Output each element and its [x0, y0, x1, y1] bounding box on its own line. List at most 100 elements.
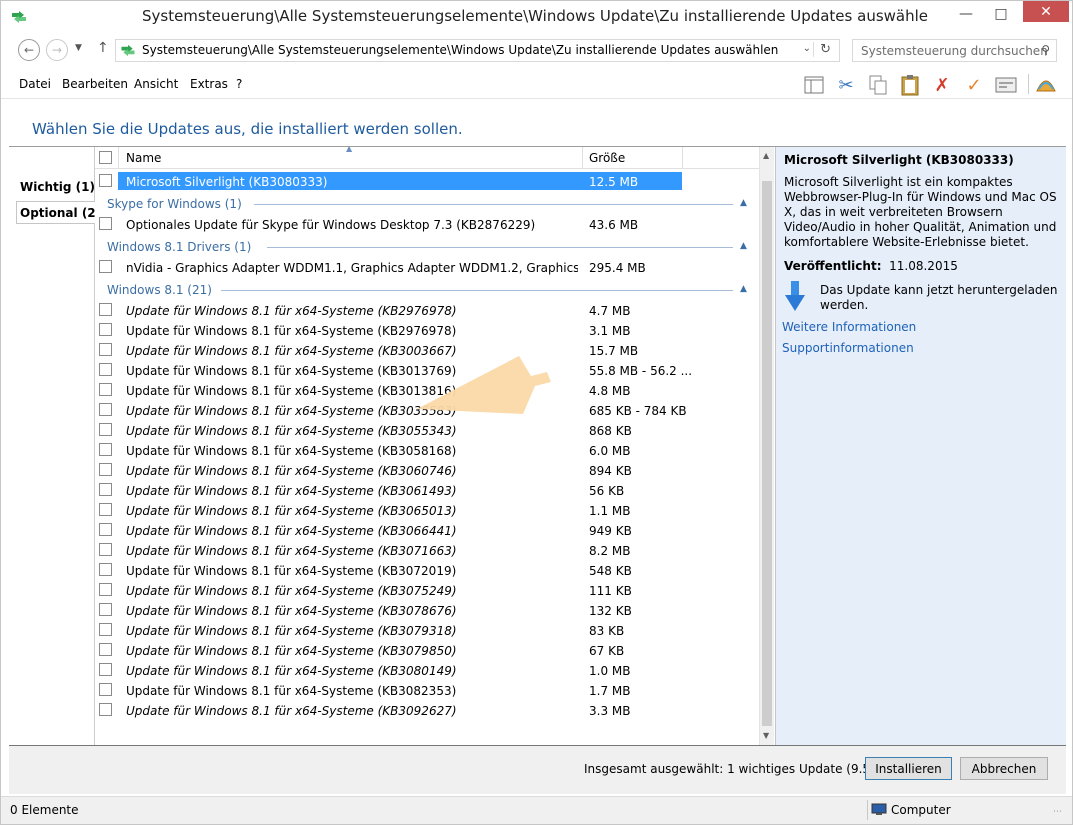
paste-icon[interactable]: [898, 74, 922, 96]
back-arrow-icon[interactable]: ←: [18, 39, 40, 61]
menu-bearbeiten[interactable]: Bearbeiten: [62, 77, 128, 91]
update-row[interactable]: Update für Windows 8.1 für x64-Systeme (…: [95, 601, 759, 621]
menu-help[interactable]: ?: [236, 77, 242, 91]
recent-locations-icon[interactable]: ▼: [75, 43, 82, 53]
item-count: 0 Elemente: [10, 803, 79, 817]
update-checkbox[interactable]: [99, 483, 112, 496]
scroll-up-icon[interactable]: ▲: [763, 151, 769, 160]
select-all-checkbox[interactable]: [99, 151, 112, 164]
chevron-down-icon[interactable]: ⌄: [803, 43, 811, 54]
collapse-chevron-icon[interactable]: ▲: [740, 284, 747, 294]
update-checkbox[interactable]: [99, 363, 112, 376]
update-row[interactable]: Update für Windows 8.1 für x64-Systeme (…: [95, 621, 759, 641]
cancel-button[interactable]: Abbrechen: [960, 757, 1048, 780]
close-icon[interactable]: ✕: [1023, 1, 1069, 22]
more-info-link[interactable]: Weitere Informationen: [782, 320, 916, 334]
sort-up-icon: ▲: [346, 147, 353, 153]
update-name: Update für Windows 8.1 für x64-Systeme (…: [126, 504, 457, 518]
update-row[interactable]: Update für Windows 8.1 für x64-Systeme (…: [95, 701, 759, 721]
group-header[interactable]: Windows 8.1 Drivers (1): [107, 240, 251, 254]
update-checkbox[interactable]: [99, 383, 112, 396]
check-icon[interactable]: ✓: [962, 74, 986, 96]
update-row[interactable]: Update für Windows 8.1 für x64-Systeme (…: [95, 561, 759, 581]
update-row[interactable]: Update für Windows 8.1 für x64-Systeme (…: [95, 321, 759, 341]
update-checkbox[interactable]: [99, 623, 112, 636]
update-row[interactable]: Update für Windows 8.1 für x64-Systeme (…: [95, 681, 759, 701]
update-checkbox[interactable]: [99, 603, 112, 616]
update-row[interactable]: Optionales Update für Skype für Windows …: [95, 215, 759, 235]
minimize-icon[interactable]: —: [946, 1, 986, 27]
update-row[interactable]: Update für Windows 8.1 für x64-Systeme (…: [95, 521, 759, 541]
update-checkbox[interactable]: [99, 663, 112, 676]
group-header[interactable]: Skype for Windows (1): [107, 197, 242, 211]
group-header[interactable]: Windows 8.1 (21): [107, 283, 212, 297]
update-row[interactable]: nVidia - Graphics Adapter WDDM1.1, Graph…: [95, 258, 759, 278]
collapse-chevron-icon[interactable]: ▲: [740, 241, 747, 251]
update-row[interactable]: Update für Windows 8.1 für x64-Systeme (…: [95, 441, 759, 461]
update-checkbox[interactable]: [99, 260, 112, 273]
update-row[interactable]: Update für Windows 8.1 für x64-Systeme (…: [95, 461, 759, 481]
update-size: 1.7 MB: [589, 684, 631, 698]
update-checkbox[interactable]: [99, 563, 112, 576]
menu-ansicht[interactable]: Ansicht: [134, 77, 178, 91]
menu-datei[interactable]: Datei: [19, 77, 51, 91]
update-checkbox[interactable]: [99, 174, 112, 187]
update-row[interactable]: Update für Windows 8.1 für x64-Systeme (…: [95, 301, 759, 321]
menu-bar: Datei Bearbeiten Ansicht Extras ? ✂ ✗ ✓: [1, 69, 1072, 99]
update-checkbox[interactable]: [99, 643, 112, 656]
update-checkbox[interactable]: [99, 323, 112, 336]
shell-icon[interactable]: [1034, 74, 1058, 96]
search-icon[interactable]: ⚲: [1041, 43, 1050, 57]
collapse-chevron-icon[interactable]: ▲: [740, 198, 747, 208]
scroll-down-icon[interactable]: ▼: [763, 731, 769, 740]
update-checkbox[interactable]: [99, 423, 112, 436]
cut-icon[interactable]: ✂: [834, 74, 858, 96]
refresh-icon[interactable]: ↻: [813, 42, 831, 57]
update-name: Update für Windows 8.1 für x64-Systeme (…: [126, 464, 457, 478]
update-checkbox[interactable]: [99, 583, 112, 596]
update-checkbox[interactable]: [99, 443, 112, 456]
update-checkbox[interactable]: [99, 703, 112, 716]
scrollbar-thumb[interactable]: [762, 181, 772, 726]
update-checkbox[interactable]: [99, 523, 112, 536]
update-name: Update für Windows 8.1 für x64-Systeme (…: [126, 324, 457, 338]
layout-icon[interactable]: [802, 74, 826, 96]
update-checkbox[interactable]: [99, 343, 112, 356]
delete-icon[interactable]: ✗: [930, 74, 954, 96]
pointer-arrow-icon: [417, 356, 551, 414]
update-row[interactable]: Update für Windows 8.1 für x64-Systeme (…: [95, 501, 759, 521]
update-checkbox[interactable]: [99, 543, 112, 556]
update-checkbox[interactable]: [99, 403, 112, 416]
vertical-scrollbar[interactable]: ▲ ▼: [759, 147, 774, 745]
search-input[interactable]: Systemsteuerung durchsuchen ⚲: [852, 39, 1057, 62]
update-row[interactable]: Update für Windows 8.1 für x64-Systeme (…: [95, 581, 759, 601]
address-field[interactable]: Systemsteuerung\Alle Systemsteuerungsele…: [115, 39, 840, 62]
update-checkbox[interactable]: [99, 303, 112, 316]
zone-label: Computer: [891, 803, 951, 817]
update-checkbox[interactable]: [99, 683, 112, 696]
update-checkbox[interactable]: [99, 503, 112, 516]
properties-icon[interactable]: [994, 74, 1018, 96]
up-arrow-icon[interactable]: ↑: [97, 40, 109, 56]
column-separator: [682, 147, 683, 169]
column-header-size[interactable]: Größe: [589, 151, 625, 165]
forward-arrow-icon[interactable]: →: [46, 39, 68, 61]
category-wichtig[interactable]: Wichtig (1): [20, 180, 95, 194]
update-checkbox[interactable]: [99, 463, 112, 476]
update-row[interactable]: Update für Windows 8.1 für x64-Systeme (…: [95, 661, 759, 681]
update-row[interactable]: Update für Windows 8.1 für x64-Systeme (…: [95, 641, 759, 661]
resize-grip-icon[interactable]: ⋯: [1053, 807, 1062, 817]
update-row[interactable]: Update für Windows 8.1 für x64-Systeme (…: [95, 541, 759, 561]
page-heading: Wählen Sie die Updates aus, die installi…: [32, 120, 463, 138]
menu-extras[interactable]: Extras: [190, 77, 228, 91]
column-header-name[interactable]: Name: [126, 151, 161, 165]
maximize-icon[interactable]: □: [981, 1, 1021, 27]
update-row-selected[interactable]: Microsoft Silverlight (KB3080333) 12.5 M…: [95, 172, 759, 192]
install-button[interactable]: Installieren: [865, 757, 952, 780]
update-row[interactable]: Update für Windows 8.1 für x64-Systeme (…: [95, 481, 759, 501]
copy-icon[interactable]: [866, 74, 890, 96]
update-name: Update für Windows 8.1 für x64-Systeme (…: [126, 484, 457, 498]
update-row[interactable]: Update für Windows 8.1 für x64-Systeme (…: [95, 421, 759, 441]
support-info-link[interactable]: Supportinformationen: [782, 341, 914, 355]
update-checkbox[interactable]: [99, 217, 112, 230]
